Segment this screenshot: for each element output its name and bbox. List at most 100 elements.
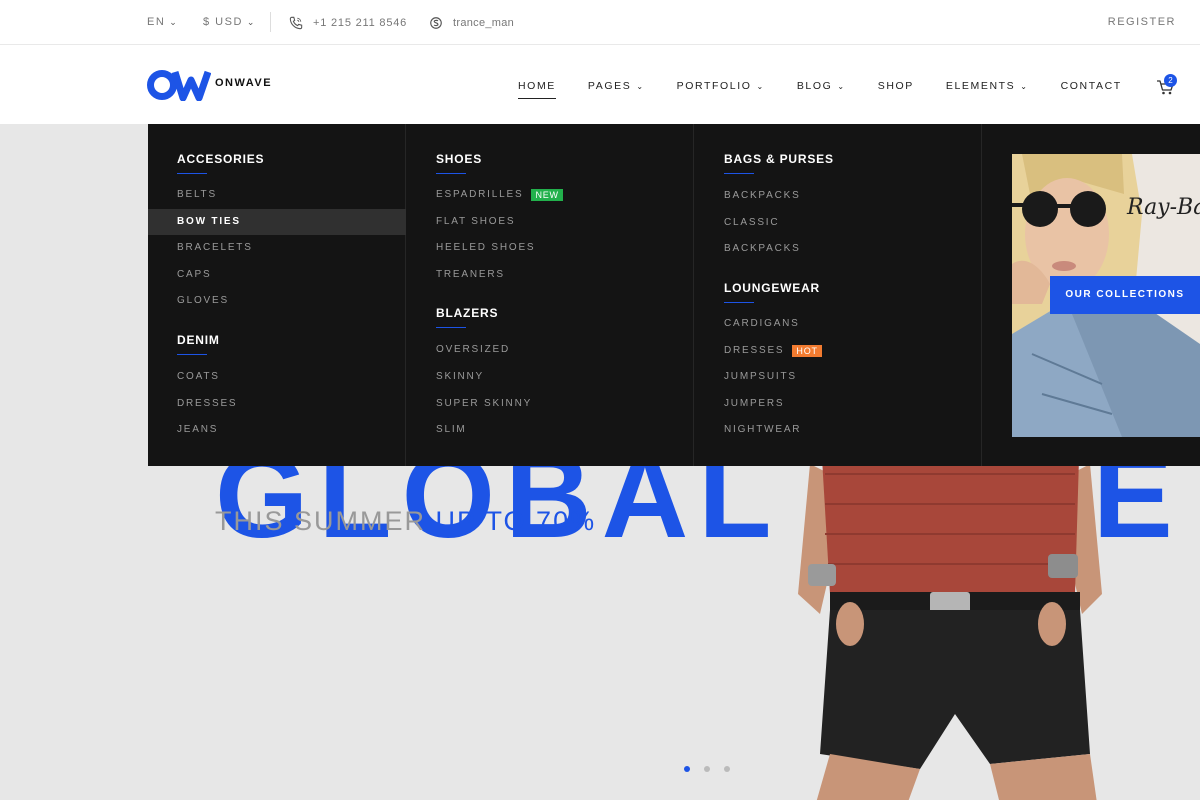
slider-pagination (684, 766, 730, 772)
nav-elements[interactable]: ELEMENTS ⌄ (946, 80, 1029, 92)
nav-portfolio[interactable]: PORTFOLIO ⌄ (677, 80, 765, 92)
menu-item-jumpers[interactable]: JUMPERS (724, 391, 784, 417)
section-title-loungewear: LOUNGEWEAR (724, 281, 820, 303)
top-bar: EN ⌄ $ USD ⌄ +1 215 211 8546 trance_man … (0, 0, 1200, 45)
menu-item-backpacks[interactable]: BACKPACKS (724, 183, 801, 209)
menu-item-label: CLASSIC (724, 217, 780, 228)
menu-item-dresses[interactable]: DRESSES (177, 391, 237, 417)
menu-item-label: FLAT SHOES (436, 216, 516, 227)
menu-item-label: OVERSIZED (436, 344, 510, 355)
nav-label: PORTFOLIO (676, 80, 752, 92)
logo[interactable]: ONWAVE (147, 69, 272, 101)
currency-selector[interactable]: $ USD ⌄ (203, 16, 256, 28)
cart-count-badge: 2 (1164, 74, 1177, 87)
menu-item-label: ESPADRILLES (436, 189, 524, 200)
nav-pages[interactable]: PAGES ⌄ (588, 80, 645, 92)
logo-mark-icon (147, 70, 211, 101)
menu-item-backpacks-2[interactable]: BACKPACKS (724, 236, 801, 262)
menu-item-label: BRACELETS (177, 242, 253, 253)
language-label: EN (147, 16, 166, 28)
menu-item-jeans[interactable]: JEANS (177, 417, 218, 443)
menu-item-jumpsuits[interactable]: JUMPSUITS (724, 364, 797, 390)
phone-icon (289, 16, 303, 30)
nav-label: CONTACT (1060, 80, 1122, 92)
skype-contact[interactable]: trance_man (429, 16, 514, 30)
menu-item-flat-shoes[interactable]: FLAT SHOES (436, 209, 515, 235)
chevron-down-icon: ⌄ (636, 81, 645, 91)
menu-item-label: BACKPACKS (724, 243, 801, 254)
mega-menu: ACCESORIES BELTS BOW TIES BRACELETS CAPS… (148, 124, 1200, 466)
chevron-down-icon: ⌄ (169, 16, 179, 27)
section-title-denim: DENIM (177, 333, 220, 355)
menu-item-label: JEANS (177, 424, 219, 435)
section-title-shoes: SHOES (436, 152, 483, 174)
menu-item-super-skinny[interactable]: SUPER SKINNY (436, 391, 532, 417)
nav-shop[interactable]: SHOP (878, 80, 914, 92)
menu-item-coats[interactable]: COATS (177, 364, 220, 390)
register-link[interactable]: REGISTER (1108, 16, 1176, 28)
slider-dot[interactable] (724, 766, 730, 772)
slider-dot[interactable] (684, 766, 690, 772)
menu-item-label: JUMPSUITS (724, 371, 797, 382)
hero-model-image (798, 424, 1102, 800)
menu-item-treaners[interactable]: TREANERS (436, 262, 505, 288)
mega-menu-column: SHOES ESPADRILLES NEW FLAT SHOES HEELED … (406, 124, 694, 466)
menu-item-dresses[interactable]: DRESSES HOT (724, 338, 822, 364)
phone-contact[interactable]: +1 215 211 8546 (289, 16, 407, 30)
hero-subtitle-grey: THIS SUMMER (215, 506, 426, 536)
nav-blog[interactable]: BLOG ⌄ (797, 80, 846, 92)
promo-brand-logo: Ray-Ban (1126, 195, 1200, 220)
menu-item-label: SUPER SKINNY (436, 398, 533, 409)
menu-item-belts[interactable]: BELTS (177, 182, 217, 208)
new-badge: NEW (531, 189, 563, 201)
menu-item-label: CAPS (177, 269, 212, 280)
chevron-down-icon: ⌄ (837, 81, 846, 91)
chevron-down-icon: ⌄ (246, 16, 256, 27)
menu-item-label: COATS (177, 371, 220, 382)
hot-badge: HOT (792, 345, 822, 357)
menu-item-oversized[interactable]: OVERSIZED (436, 337, 510, 363)
nav-label: SHOP (877, 80, 914, 92)
menu-item-nightwear[interactable]: NIGHTWEAR (724, 417, 801, 443)
slider-dot[interactable] (704, 766, 710, 772)
menu-item-label: BOW TIES (177, 216, 241, 227)
menu-item-bracelets[interactable]: BRACELETS (177, 235, 253, 261)
hero-subtitle-highlight: UP TO 70% (435, 506, 597, 536)
phone-number: +1 215 211 8546 (313, 17, 408, 29)
menu-item-label: GLOVES (177, 295, 229, 306)
menu-item-slim[interactable]: SLIM (436, 417, 467, 443)
section-title-blazers: BLAZERS (436, 306, 499, 328)
skype-username: trance_man (453, 17, 515, 29)
nav-contact[interactable]: CONTACT (1061, 80, 1122, 92)
menu-item-label: HEELED SHOES (436, 242, 536, 253)
menu-item-classic[interactable]: CLASSIC (724, 210, 779, 236)
mega-menu-column: BAGS & PURSES BACKPACKS CLASSIC BACKPACK… (694, 124, 982, 466)
nav-label: HOME (518, 80, 556, 92)
our-collections-button[interactable]: OUR COLLECTIONS (1050, 276, 1200, 314)
nav-home[interactable]: HOME (518, 80, 556, 99)
menu-item-label: DRESSES (177, 398, 238, 409)
menu-item-label: CARDIGANS (724, 318, 800, 329)
menu-item-heeled-shoes[interactable]: HEELED SHOES (436, 235, 535, 261)
menu-item-skinny[interactable]: SKINNY (436, 364, 484, 390)
menu-item-gloves[interactable]: GLOVES (177, 288, 229, 314)
menu-item-label: TREANERS (436, 269, 505, 280)
skype-icon (430, 17, 442, 29)
menu-item-espadrilles[interactable]: ESPADRILLES NEW (436, 182, 563, 208)
nav-label: BLOG (796, 80, 833, 92)
menu-item-label: SLIM (436, 424, 467, 435)
menu-item-caps[interactable]: CAPS (177, 262, 211, 288)
logo-text: ONWAVE (215, 77, 273, 89)
menu-item-label: DRESSES (724, 345, 785, 356)
menu-item-label: JUMPERS (724, 398, 785, 409)
nav-label: ELEMENTS (945, 80, 1016, 92)
menu-item-cardigans[interactable]: CARDIGANS (724, 311, 800, 337)
menu-item-label: BACKPACKS (724, 190, 801, 201)
language-selector[interactable]: EN ⌄ (147, 16, 178, 28)
chevron-down-icon: ⌄ (756, 81, 765, 91)
main-header: ONWAVE HOME PAGES ⌄ PORTFOLIO ⌄ BLOG ⌄ S… (0, 45, 1200, 124)
menu-item-label: BELTS (177, 189, 217, 200)
menu-item-label: SKINNY (436, 371, 485, 382)
mega-menu-column: ACCESORIES BELTS BOW TIES BRACELETS CAPS… (148, 124, 406, 466)
menu-item-bow-ties[interactable]: BOW TIES (148, 209, 406, 235)
